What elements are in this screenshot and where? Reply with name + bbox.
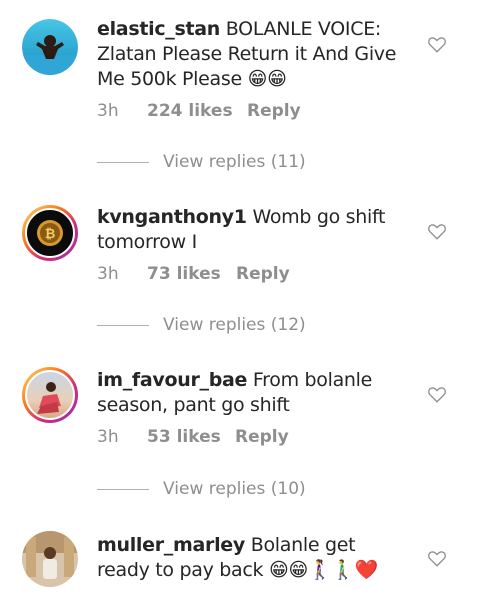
heart-outline-icon[interactable] [427, 549, 447, 567]
heart-outline-icon[interactable] [427, 222, 447, 240]
view-replies-label[interactable]: View replies (11) [163, 152, 306, 172]
comment-time: 3h [97, 264, 119, 284]
view-replies-button[interactable]: View replies (10) [97, 479, 306, 499]
replies-divider [97, 324, 149, 326]
comment-meta: 3h 73 likes Reply [97, 264, 290, 284]
reply-button[interactable]: Reply [236, 264, 290, 284]
avatar-image [25, 370, 75, 420]
reply-button[interactable]: Reply [247, 101, 301, 121]
heart-outline-icon[interactable] [427, 385, 447, 403]
view-replies-label[interactable]: View replies (10) [163, 479, 306, 499]
view-replies-label[interactable]: View replies (12) [163, 315, 306, 335]
comment-username[interactable]: elastic_stan [97, 18, 220, 40]
comment-text: im_favour_bae From bolanle season, pant … [97, 368, 402, 418]
svg-text:₿: ₿ [45, 227, 56, 242]
comment-username[interactable]: im_favour_bae [97, 369, 247, 391]
comment-text: muller_marley Bolanle get ready to pay b… [97, 533, 402, 583]
avatar[interactable] [22, 367, 78, 423]
comment-time: 3h [97, 427, 119, 447]
avatar[interactable]: ₿ [22, 205, 78, 261]
comment-text: kvnganthony1 Womb go shift tomorrow I [97, 205, 402, 255]
replies-divider [97, 488, 149, 490]
avatar[interactable] [22, 19, 78, 75]
comment-time: 3h [97, 101, 119, 121]
comment-likes[interactable]: 73 likes [147, 264, 236, 284]
view-replies-button[interactable]: View replies (11) [97, 152, 306, 172]
comment-username[interactable]: muller_marley [97, 534, 245, 556]
reply-button[interactable]: Reply [235, 427, 289, 447]
avatar-image: ₿ [25, 208, 75, 258]
comment-meta: 3h 224 likes Reply [97, 101, 301, 121]
view-replies-button[interactable]: View replies (12) [97, 315, 306, 335]
comment-likes[interactable]: 224 likes [147, 101, 247, 121]
comment-username[interactable]: kvnganthony1 [97, 206, 247, 228]
avatar[interactable] [22, 531, 78, 587]
comment-likes[interactable]: 53 likes [147, 427, 235, 447]
replies-divider [97, 161, 149, 163]
comment-meta: 3h 53 likes Reply [97, 427, 289, 447]
heart-outline-icon[interactable] [427, 35, 447, 53]
comment-text: elastic_stan BOLANLE VOICE: Zlatan Pleas… [97, 17, 402, 92]
